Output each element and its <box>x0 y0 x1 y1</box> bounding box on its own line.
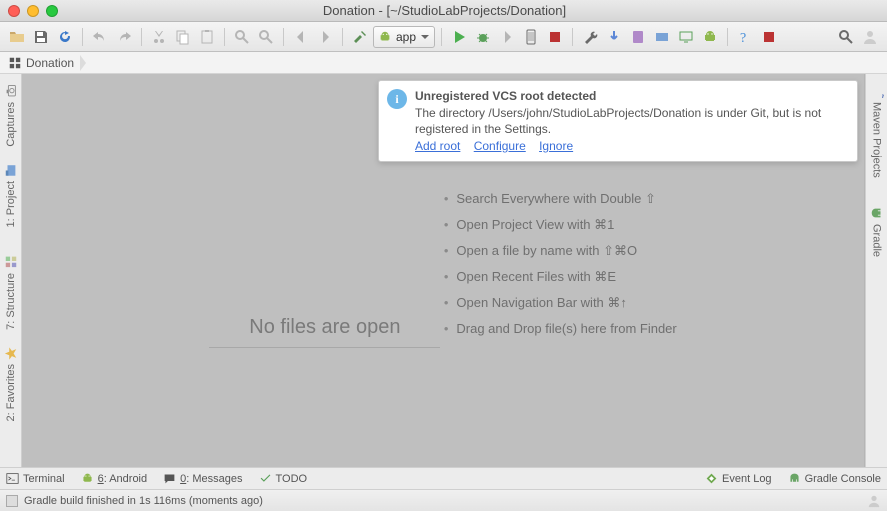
make-project-button[interactable] <box>349 26 371 48</box>
left-tool-gutter: Captures 1: Project 7: Structure 2: Favo… <box>0 74 22 467</box>
tool-favorites[interactable]: 2: Favorites <box>4 340 18 427</box>
editor-area[interactable]: i Unregistered VCS root detected The dir… <box>22 74 865 467</box>
notif-configure-link[interactable]: Configure <box>474 139 526 153</box>
notification-message: The directory /Users/john/StudioLabProje… <box>415 105 847 137</box>
replace-button[interactable] <box>255 26 277 48</box>
maven-icon <box>870 84 884 98</box>
camera-icon <box>4 84 18 98</box>
avd-manager-button[interactable] <box>579 26 601 48</box>
notif-ignore-link[interactable]: Ignore <box>539 139 573 153</box>
open-button[interactable] <box>6 26 28 48</box>
search-everywhere-button[interactable] <box>835 26 857 48</box>
notif-add-root-link[interactable]: Add root <box>415 139 460 153</box>
user-button[interactable] <box>859 26 881 48</box>
tool-terminal[interactable]: Terminal <box>6 472 65 485</box>
empty-editor-panel: No files are open Search Everywhere with… <box>22 164 864 348</box>
hint-item: Open Project View with ⌘1 <box>444 212 677 238</box>
tool-event-log[interactable]: Event Log <box>705 472 772 485</box>
copy-button[interactable] <box>172 26 194 48</box>
sync-button[interactable] <box>54 26 76 48</box>
sdk-manager-button[interactable] <box>603 26 625 48</box>
android-monitor-button[interactable] <box>675 26 697 48</box>
debug-button[interactable] <box>472 26 494 48</box>
theme-editor-button[interactable] <box>651 26 673 48</box>
run-button[interactable] <box>448 26 470 48</box>
star-icon <box>4 346 18 360</box>
bottom-tool-strip: Terminal 6: Android 0: Messages TODO Eve… <box>0 467 887 489</box>
tool-gradle[interactable]: Gradle <box>870 200 884 263</box>
save-all-button[interactable] <box>30 26 52 48</box>
no-files-heading: No files are open <box>209 316 440 348</box>
nav-forward-button[interactable] <box>314 26 336 48</box>
hint-item: Drag and Drop file(s) here from Finder <box>444 316 677 342</box>
profile-button[interactable] <box>496 26 518 48</box>
hector-icon[interactable] <box>867 494 881 508</box>
hints-list: Search Everywhere with Double ⇧ Open Pro… <box>444 186 677 342</box>
tool-gradle-console[interactable]: Gradle Console <box>788 472 881 485</box>
vcs-notification: i Unregistered VCS root detected The dir… <box>378 80 858 162</box>
breadcrumb-project[interactable]: Donation <box>6 53 80 73</box>
hint-item: Search Everywhere with Double ⇧ <box>444 186 677 212</box>
layout-inspector-button[interactable] <box>627 26 649 48</box>
gradle-console-icon <box>788 472 801 485</box>
tool-structure[interactable]: 7: Structure <box>4 249 18 336</box>
tool-messages[interactable]: 0: Messages <box>163 472 242 485</box>
device-file-explorer-button[interactable] <box>699 26 721 48</box>
tool-maven[interactable]: Maven Projects <box>870 78 884 184</box>
find-button[interactable] <box>231 26 253 48</box>
nav-back-button[interactable] <box>290 26 312 48</box>
status-bar: Gradle build finished in 1s 116ms (momen… <box>0 489 887 511</box>
tool-android[interactable]: 6: Android <box>81 472 148 485</box>
main-toolbar: app <box>0 22 887 52</box>
window-zoom-button[interactable] <box>46 5 58 17</box>
terminal-icon <box>6 472 19 485</box>
undo-button[interactable] <box>89 26 111 48</box>
paste-button[interactable] <box>196 26 218 48</box>
hint-item: Open Navigation Bar with ⌘↑ <box>444 290 677 316</box>
attach-debugger-button[interactable] <box>520 26 542 48</box>
hint-item: Open Recent Files with ⌘E <box>444 264 677 290</box>
breadcrumb-label: Donation <box>26 56 74 70</box>
todo-icon <box>259 472 272 485</box>
run-config-selector[interactable]: app <box>373 26 435 48</box>
tool-todo[interactable]: TODO <box>259 472 308 485</box>
redo-button[interactable] <box>113 26 135 48</box>
tool-project[interactable]: 1: Project <box>4 157 18 233</box>
event-log-icon <box>705 472 718 485</box>
stop-button[interactable] <box>544 26 566 48</box>
window-minimize-button[interactable] <box>27 5 39 17</box>
window-title: Donation - [~/StudioLabProjects/Donation… <box>58 3 831 18</box>
android-icon <box>81 472 94 485</box>
structure-icon <box>4 255 18 269</box>
android-icon <box>378 30 392 44</box>
module-icon <box>8 56 22 70</box>
window-titlebar: Donation - [~/StudioLabProjects/Donation… <box>0 0 887 22</box>
help-button[interactable] <box>734 26 756 48</box>
navigation-bar[interactable]: Donation <box>0 52 887 74</box>
status-message: Gradle build finished in 1s 116ms (momen… <box>24 495 263 507</box>
gradle-icon <box>870 206 884 220</box>
messages-icon <box>163 472 176 485</box>
chevron-down-icon <box>420 32 430 42</box>
notification-title: Unregistered VCS root detected <box>415 89 847 103</box>
info-icon: i <box>387 89 407 109</box>
window-close-button[interactable] <box>8 5 20 17</box>
tips-button[interactable] <box>758 26 780 48</box>
toggle-tool-windows-button[interactable] <box>6 495 18 507</box>
run-config-label: app <box>396 30 416 44</box>
right-tool-gutter: Maven Projects Gradle <box>865 74 887 467</box>
tool-captures[interactable]: Captures <box>4 78 18 153</box>
hint-item: Open a file by name with ⇧⌘O <box>444 238 677 264</box>
cut-button[interactable] <box>148 26 170 48</box>
project-icon <box>4 163 18 177</box>
